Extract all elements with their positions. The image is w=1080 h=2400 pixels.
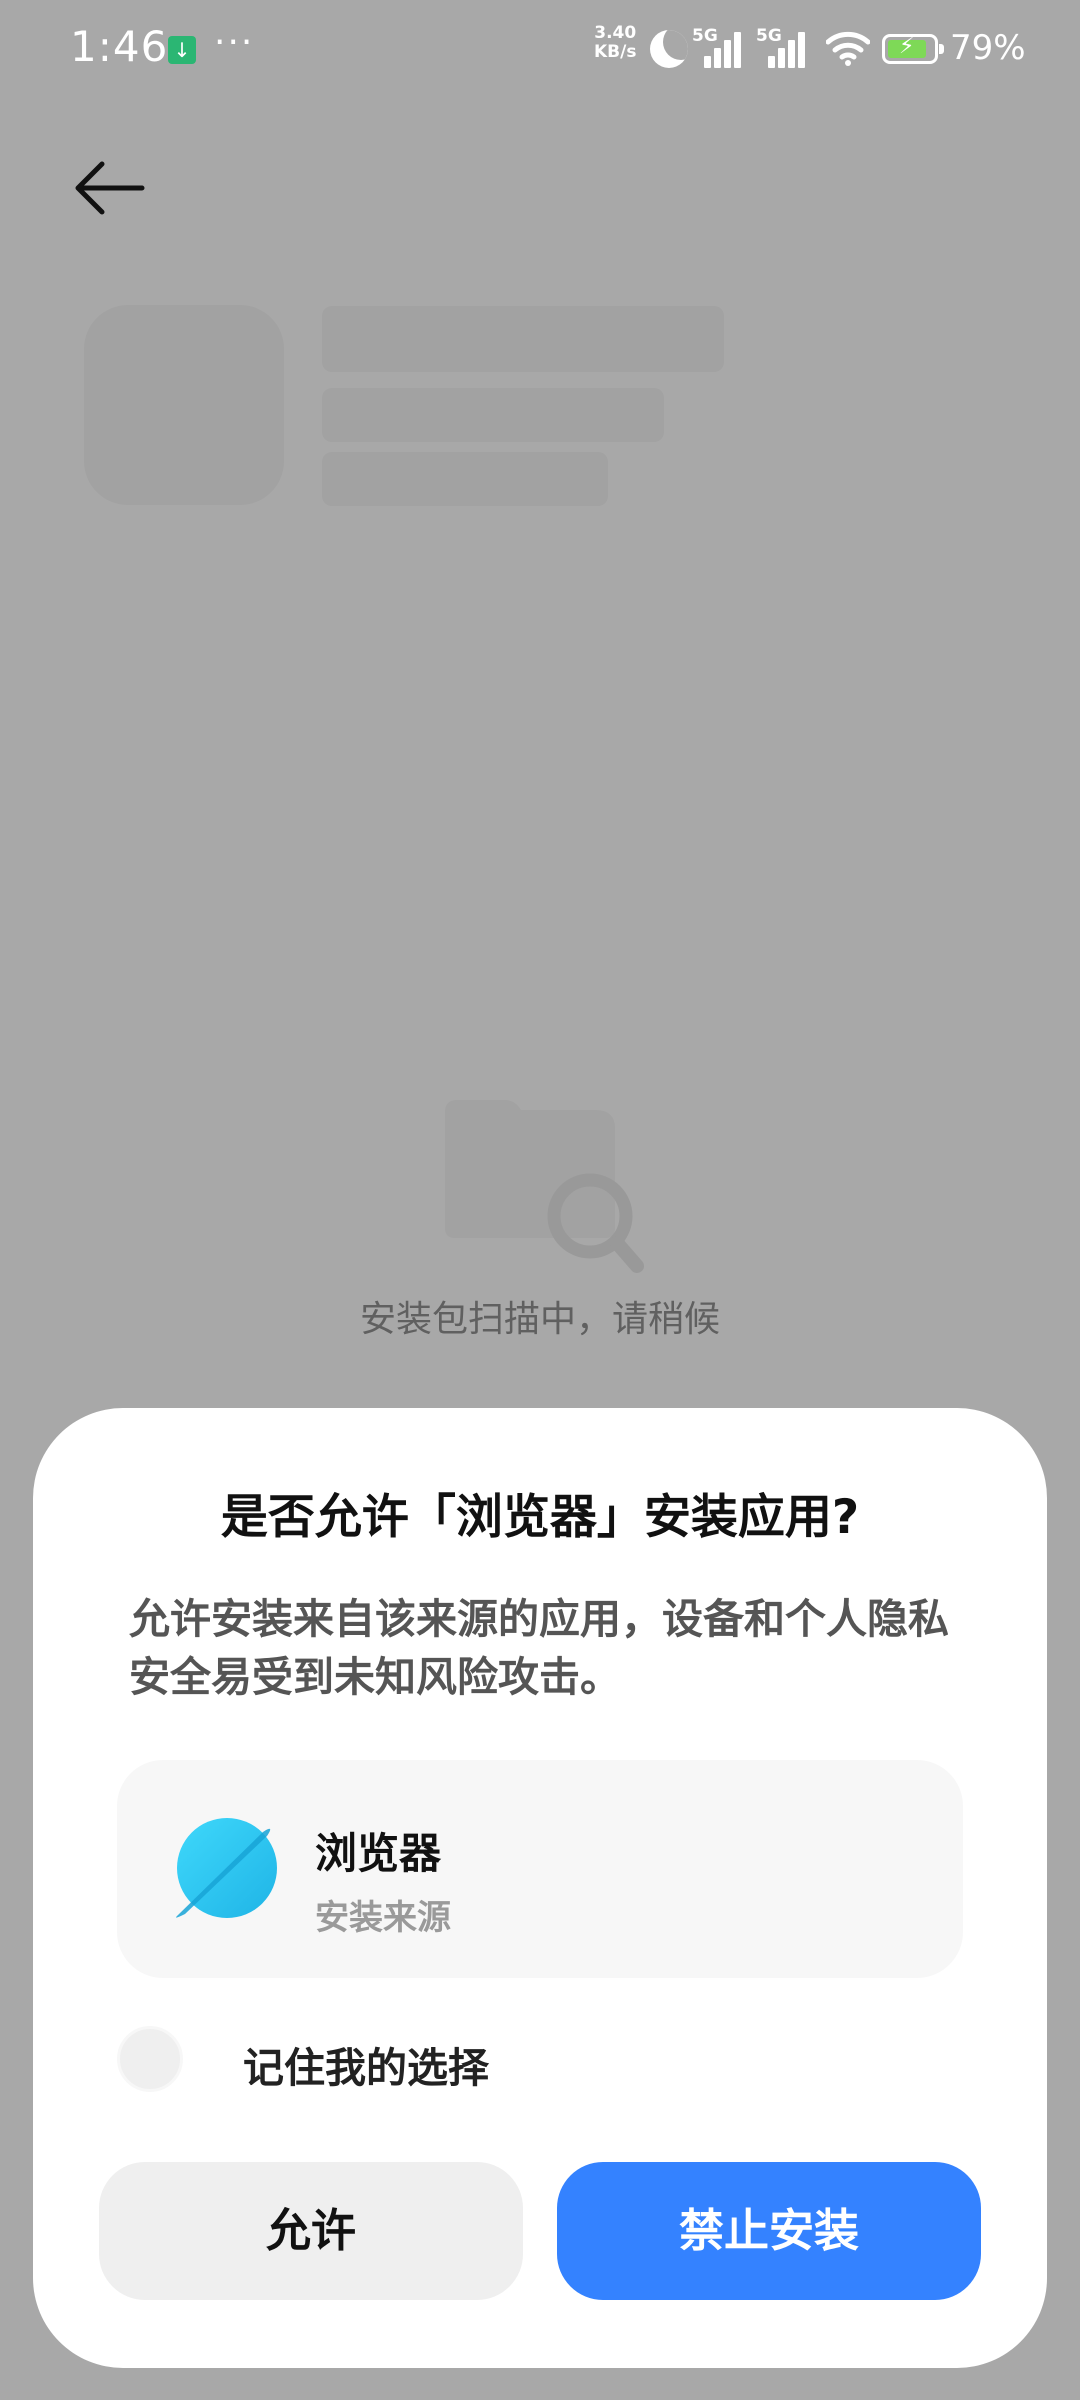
- network-speed-unit: KB/s: [594, 42, 637, 62]
- back-arrow-icon[interactable]: [70, 150, 150, 230]
- app-icon-placeholder: [84, 305, 284, 505]
- dialog-message: 允许安装来自该来源的应用，设备和个人隐私安全易受到未知风险攻击。: [129, 1595, 949, 1701]
- install-permission-dialog: 是否允许「浏览器」安装应用? 允许安装来自该来源的应用，设备和个人隐私安全易受到…: [33, 1408, 1047, 2368]
- signal-sim1-label: 5G: [692, 26, 718, 46]
- do-not-disturb-moon-icon: [650, 30, 688, 68]
- battery-charging-icon: ⚡: [882, 34, 944, 64]
- signal-sim2-label: 5G: [756, 26, 782, 46]
- deny-install-button[interactable]: 禁止安装: [557, 2162, 981, 2300]
- source-app-name: 浏览器: [315, 1829, 442, 1878]
- status-time: 1:46: [70, 22, 169, 71]
- battery-percentage: 79%: [950, 28, 1026, 68]
- download-notification-icon: ↓: [168, 36, 196, 64]
- wifi-icon: [826, 31, 870, 66]
- app-info-placeholder: [322, 452, 608, 506]
- more-notifications-icon: ···: [214, 22, 255, 63]
- network-speed: 3.40 KB/s: [594, 24, 636, 62]
- source-app-card: 浏览器 安装来源: [117, 1760, 963, 1978]
- source-app-subtitle: 安装来源: [315, 1898, 451, 1938]
- scan-status-text: 安装包扫描中，请稍候: [359, 1299, 720, 1340]
- remember-choice-checkbox[interactable]: [117, 2026, 183, 2092]
- status-bar: 1:46 ↓ ··· 3.40 KB/s 5G 5G ⚡ 79%: [0, 0, 1080, 100]
- dialog-title: 是否允许「浏览器」安装应用?: [220, 1490, 860, 1545]
- browser-planet-icon: [176, 1818, 277, 1918]
- folder-search-icon: [445, 1100, 644, 1273]
- allow-button[interactable]: 允许: [99, 2162, 523, 2300]
- signal-sim2-icon: 5G: [756, 26, 808, 68]
- app-title-placeholder: [322, 306, 724, 372]
- signal-sim1-icon: 5G: [692, 26, 744, 68]
- remember-choice-label[interactable]: 记住我的选择: [243, 2034, 489, 2094]
- app-info-placeholder: [322, 388, 664, 442]
- network-speed-value: 3.40: [594, 23, 637, 43]
